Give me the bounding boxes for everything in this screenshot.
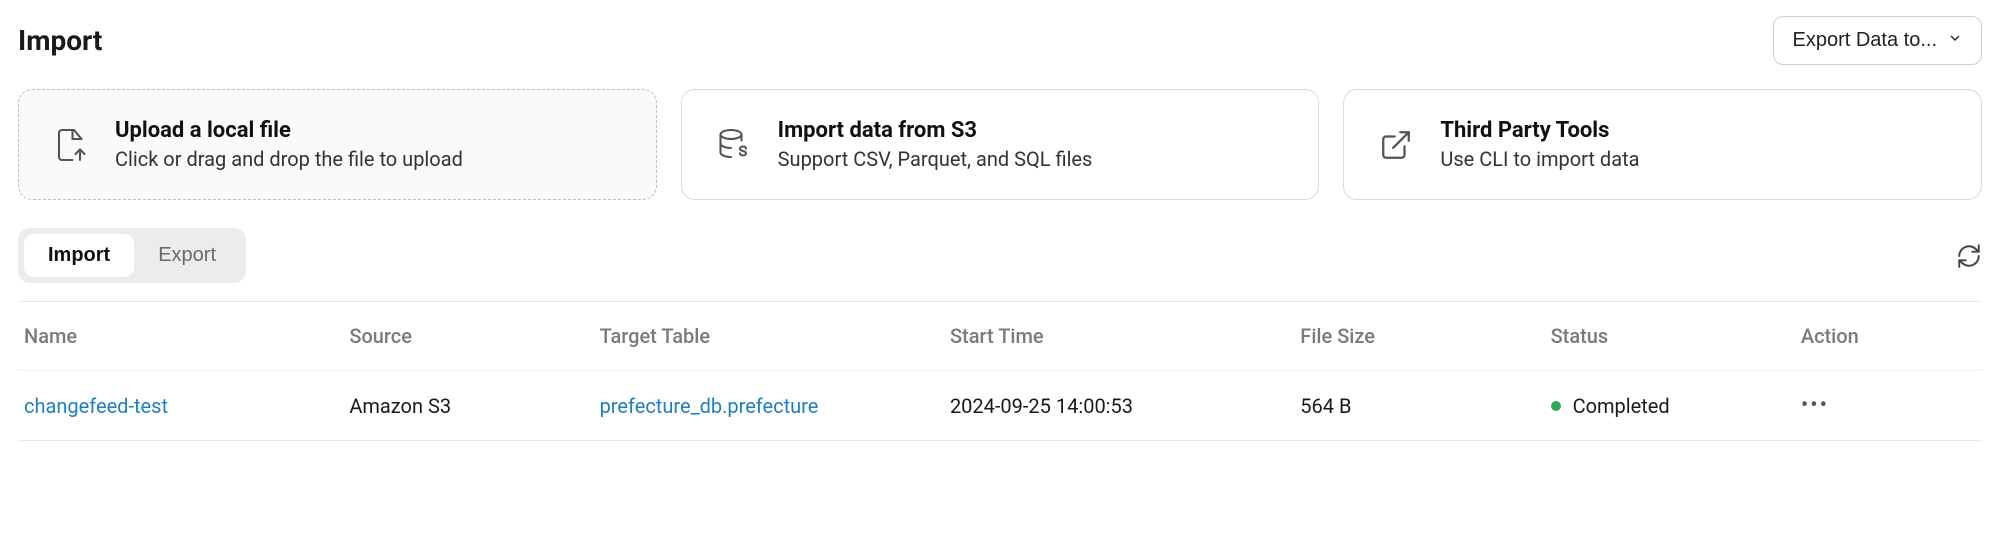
col-source: Source	[349, 324, 599, 348]
s3-card-title: Import data from S3	[778, 118, 1093, 143]
refresh-icon[interactable]	[1956, 243, 1982, 269]
export-data-button[interactable]: Export Data to...	[1773, 16, 1982, 65]
import-from-s3-card[interactable]: Import data from S3 Support CSV, Parquet…	[681, 89, 1320, 200]
upload-card-title: Upload a local file	[115, 118, 463, 143]
tab-import[interactable]: Import	[24, 234, 134, 277]
row-actions-button[interactable]: •••	[1801, 393, 1976, 418]
imports-table: Name Source Target Table Start Time File…	[18, 301, 1982, 441]
import-source: Amazon S3	[349, 394, 599, 418]
import-target-link[interactable]: prefecture_db.prefecture	[600, 394, 950, 418]
import-start-time: 2024-09-25 14:00:53	[950, 394, 1300, 418]
table-header-row: Name Source Target Table Start Time File…	[18, 302, 1982, 371]
table-row: changefeed-test Amazon S3 prefecture_db.…	[18, 371, 1982, 440]
file-upload-icon	[51, 125, 91, 165]
col-status: Status	[1551, 324, 1801, 348]
tools-card-subtitle: Use CLI to import data	[1440, 147, 1639, 171]
external-link-icon	[1376, 125, 1416, 165]
import-name-link[interactable]: changefeed-test	[24, 394, 349, 418]
import-file-size: 564 B	[1300, 394, 1550, 418]
database-s-icon	[714, 125, 754, 165]
export-data-button-label: Export Data to...	[1792, 29, 1937, 52]
import-status: Completed	[1551, 394, 1801, 418]
third-party-tools-card[interactable]: Third Party Tools Use CLI to import data	[1343, 89, 1982, 200]
upload-local-file-card[interactable]: Upload a local file Click or drag and dr…	[18, 89, 657, 200]
col-target: Target Table	[600, 324, 950, 348]
status-dot-icon	[1551, 401, 1561, 411]
col-file-size: File Size	[1300, 324, 1550, 348]
chevron-down-icon	[1947, 29, 1963, 52]
col-name: Name	[24, 324, 349, 348]
import-export-tabs: Import Export	[18, 228, 246, 283]
tab-export[interactable]: Export	[134, 234, 240, 277]
import-status-label: Completed	[1573, 394, 1670, 418]
col-action: Action	[1801, 324, 1976, 348]
s3-card-subtitle: Support CSV, Parquet, and SQL files	[778, 147, 1093, 171]
upload-card-subtitle: Click or drag and drop the file to uploa…	[115, 147, 463, 171]
col-start-time: Start Time	[950, 324, 1300, 348]
page-title: Import	[18, 24, 102, 57]
tools-card-title: Third Party Tools	[1440, 118, 1639, 143]
